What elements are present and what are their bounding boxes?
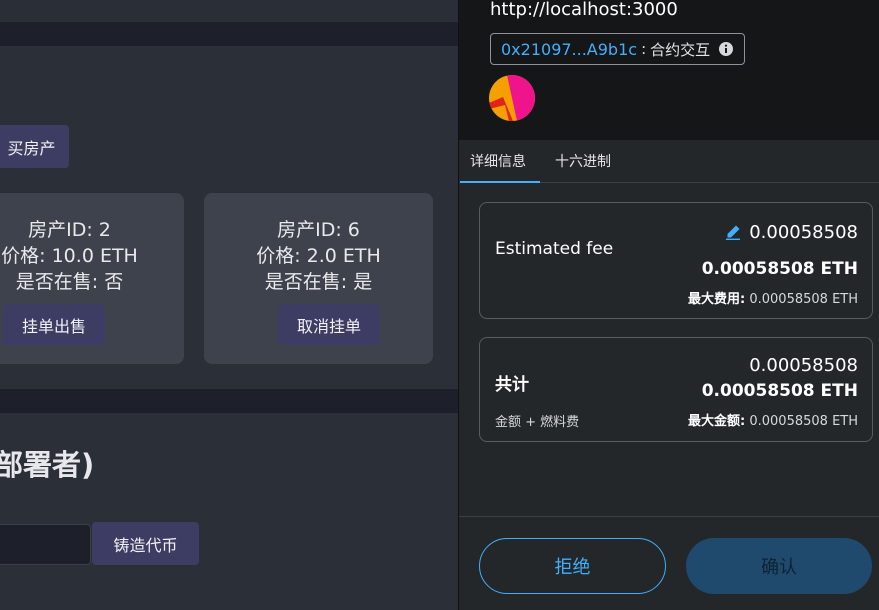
- max-fee-label: 最大费用:: [688, 292, 746, 307]
- contract-address[interactable]: 0x21097...A9b1c: [501, 40, 637, 59]
- buy-property-button[interactable]: 买房产: [0, 125, 69, 168]
- max-fee: 最大费用: 0.00058508 ETH: [688, 288, 858, 307]
- edit-pencil-icon[interactable]: [725, 224, 741, 240]
- popup-footer: 拒绝 确认: [459, 516, 879, 610]
- separator: :: [641, 40, 647, 58]
- active-tab-indicator: [460, 181, 540, 183]
- property-for-sale: 是否在售: 是: [264, 271, 373, 293]
- estimated-fee-box: Estimated fee 0.00058508 0.00058508 ETH …: [479, 202, 873, 319]
- property-id: 房产ID: 2: [28, 219, 111, 241]
- wallet-confirmation-popup: http://localhost:3000 0x21097...A9b1c : …: [458, 0, 879, 610]
- tab-details[interactable]: 详细信息: [470, 151, 526, 171]
- top-strip: [0, 0, 460, 22]
- total-box: 共计 金额 + 燃料费 0.00058508 0.00058508 ETH 最大…: [479, 337, 873, 442]
- mint-amount-input[interactable]: [0, 524, 91, 565]
- cancel-listing-button[interactable]: 取消挂单: [278, 304, 381, 345]
- property-card: 房产ID: 6 价格: 2.0 ETH 是否在售: 是 取消挂单: [204, 193, 433, 364]
- mint-token-button[interactable]: 铸造代币: [92, 522, 199, 565]
- max-amount-value: 0.00058508 ETH: [749, 414, 858, 429]
- section-divider: [0, 389, 460, 413]
- total-amount: 0.00058508: [749, 355, 858, 376]
- tab-hex[interactable]: 十六进制: [555, 151, 611, 171]
- max-amount-label: 最大金额:: [688, 414, 746, 429]
- interaction-type: 合约交互: [650, 40, 711, 59]
- fee-eth: 0.00058508 ETH: [701, 259, 858, 279]
- max-amount: 最大金额: 0.00058508 ETH: [688, 410, 858, 429]
- confirm-button[interactable]: 确认: [686, 538, 872, 594]
- list-for-sale-button[interactable]: 挂单出售: [3, 304, 106, 345]
- property-price: 价格: 10.0 ETH: [1, 245, 138, 267]
- tab-bar: 详细信息 十六进制: [459, 140, 879, 183]
- total-label: 共计: [495, 375, 529, 395]
- section-title: 部署者): [0, 448, 95, 482]
- total-sub-label: 金额 + 燃料费: [495, 415, 580, 430]
- section-divider: [0, 22, 460, 46]
- total-eth: 0.00058508 ETH: [701, 381, 858, 401]
- account-avatar-icon: [489, 75, 535, 121]
- estimated-fee-value: 0.00058508: [725, 222, 858, 243]
- property-price: 价格: 2.0 ETH: [256, 245, 381, 267]
- dapp-page: 买房产 房产ID: 2 价格: 10.0 ETH 是否在售: 否 挂单出售 房产…: [0, 0, 460, 610]
- info-icon[interactable]: [718, 41, 734, 57]
- estimated-fee-label: Estimated fee: [495, 239, 614, 259]
- max-fee-value: 0.00058508 ETH: [749, 292, 858, 307]
- property-for-sale: 是否在售: 否: [15, 271, 124, 293]
- popup-header: http://localhost:3000 0x21097...A9b1c : …: [459, 0, 879, 140]
- property-id: 房产ID: 6: [277, 219, 360, 241]
- fee-amount: 0.00058508: [749, 222, 858, 243]
- origin-url: http://localhost:3000: [490, 0, 678, 20]
- contract-pill[interactable]: 0x21097...A9b1c : 合约交互: [490, 33, 746, 65]
- reject-button[interactable]: 拒绝: [479, 538, 666, 594]
- property-card: 房产ID: 2 价格: 10.0 ETH 是否在售: 否 挂单出售: [0, 193, 184, 364]
